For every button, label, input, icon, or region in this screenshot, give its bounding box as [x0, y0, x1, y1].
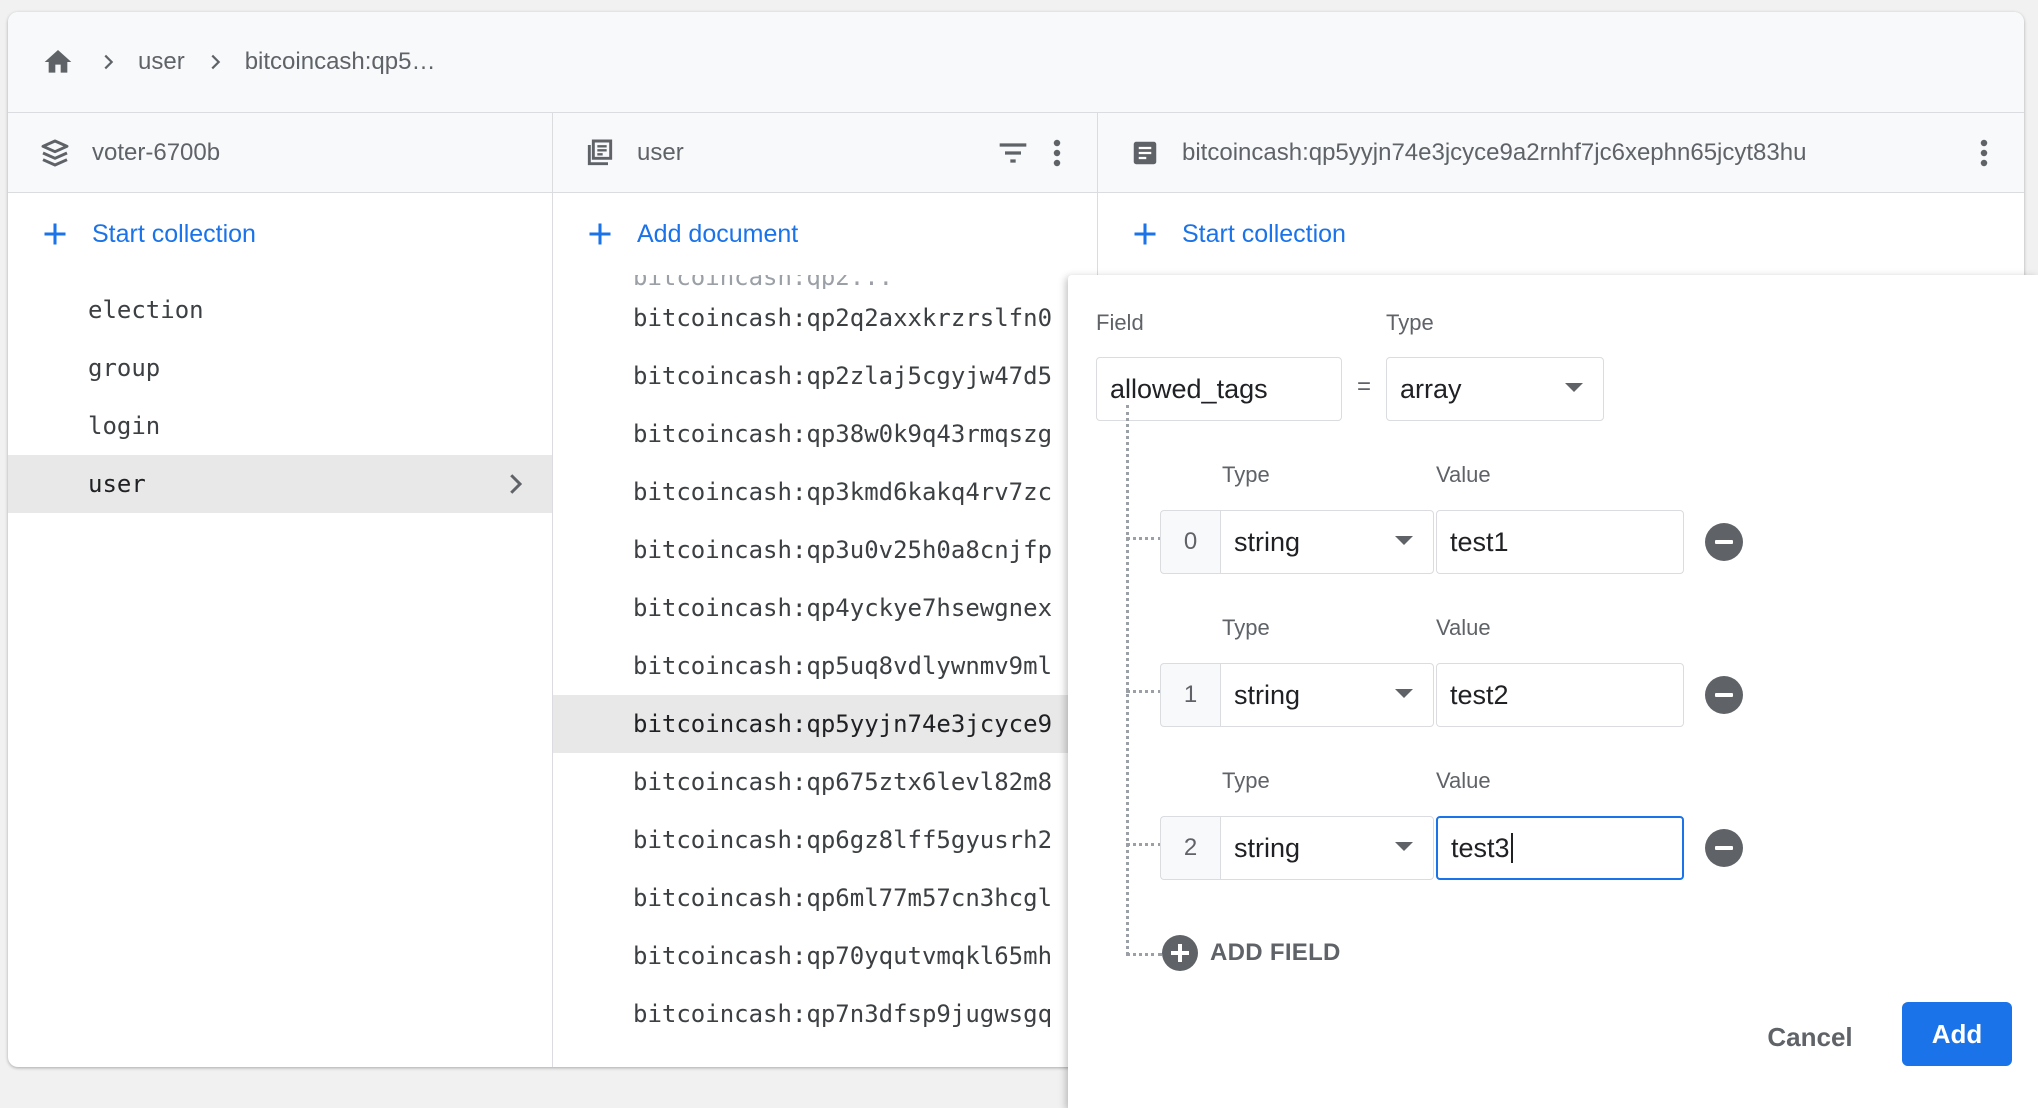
- root-column-header: voter-6700b: [8, 113, 552, 193]
- element-index: 1: [1160, 663, 1220, 727]
- list-item[interactable]: bitcoincash:qp2...: [553, 275, 1097, 289]
- tree-connector: [1126, 953, 1162, 956]
- tree-connector: [1126, 405, 1129, 955]
- plus-icon: [1128, 217, 1162, 251]
- cancel-button[interactable]: Cancel: [1740, 1005, 1880, 1069]
- element-value-label: Value: [1436, 462, 1491, 487]
- document-list[interactable]: bitcoincash:qp2... bitcoincash:qp2q2axxk…: [553, 275, 1097, 1067]
- plus-icon: [38, 217, 72, 251]
- element-type-value: string: [1234, 526, 1301, 557]
- tree-connector: [1126, 843, 1162, 846]
- document-icon: [1128, 136, 1162, 170]
- collection-item-login[interactable]: login: [8, 397, 552, 455]
- chevron-right-icon: [88, 42, 128, 82]
- element-type-select[interactable]: string: [1220, 510, 1434, 574]
- start-collection-label: Start collection: [92, 219, 256, 248]
- dropdown-arrow-icon: [1395, 842, 1413, 851]
- tree-connector: [1126, 537, 1162, 540]
- chevron-right-icon: [500, 469, 530, 499]
- field-name-input[interactable]: allowed_tags: [1096, 357, 1342, 421]
- dropdown-arrow-icon: [1395, 536, 1413, 545]
- start-collection-button[interactable]: Start collection: [8, 193, 552, 275]
- list-item[interactable]: bitcoincash:qp675ztx6levl82m8: [553, 753, 1097, 811]
- list-item[interactable]: bitcoincash:qp4yckye7hsewgnex: [553, 579, 1097, 637]
- element-value-input[interactable]: test1: [1436, 510, 1684, 574]
- add-document-label: Add document: [637, 219, 799, 248]
- list-item[interactable]: bitcoincash:qp6gz8lff5gyusrh2: [553, 811, 1097, 869]
- add-field-button[interactable]: ADD FIELD: [1162, 935, 1341, 971]
- equals-sign: =: [1357, 373, 1372, 400]
- home-icon[interactable]: [38, 42, 78, 82]
- collection-column: user Add document bitcoincash:qp2... bit…: [553, 113, 1098, 1067]
- project-title: voter-6700b: [92, 138, 221, 166]
- list-item[interactable]: bitcoincash:qp5uq8vdlywnmv9ml: [553, 637, 1097, 695]
- remove-element-icon[interactable]: [1705, 523, 1743, 561]
- plus-icon: [583, 217, 617, 251]
- list-item[interactable]: bitcoincash:qp38w0k9q43rmqszg: [553, 405, 1097, 463]
- add-document-button[interactable]: Add document: [553, 193, 1097, 275]
- field-type-select[interactable]: array: [1386, 357, 1604, 421]
- field-type-value: array: [1400, 373, 1462, 404]
- list-item[interactable]: bitcoincash:qp2zlaj5cgyjw47d5: [553, 347, 1097, 405]
- add-field-label: ADD FIELD: [1210, 939, 1341, 966]
- element-value-input[interactable]: test2: [1436, 663, 1684, 727]
- tree-connector: [1126, 690, 1162, 693]
- element-index: 0: [1160, 510, 1220, 574]
- collection-item-user[interactable]: user: [8, 455, 552, 513]
- remove-element-icon[interactable]: [1705, 829, 1743, 867]
- list-item[interactable]: bitcoincash:qp3u0v25h0a8cnjfp: [553, 521, 1097, 579]
- breadcrumb: user bitcoincash:qp5…: [8, 12, 2024, 113]
- element-index: 2: [1160, 816, 1220, 880]
- start-collection-label: Start collection: [1182, 219, 1346, 248]
- remove-element-icon[interactable]: [1705, 676, 1743, 714]
- dropdown-arrow-icon: [1395, 689, 1413, 698]
- collection-column-header: user: [553, 113, 1097, 193]
- root-column: voter-6700b Start collection election gr…: [8, 113, 553, 1067]
- add-circle-icon: [1162, 935, 1198, 971]
- more-vert-icon[interactable]: [1964, 133, 2004, 173]
- collection-icon: [583, 136, 617, 170]
- list-item[interactable]: bitcoincash:qp70yqutvmqkl65mh: [553, 927, 1097, 985]
- document-column-header: bitcoincash:qp5yyjn74e3jcyce9a2rnhf7jc6x…: [1098, 113, 2024, 193]
- element-type-label: Type: [1222, 462, 1270, 487]
- chevron-right-icon: [195, 42, 235, 82]
- breadcrumb-item-collection[interactable]: user: [138, 48, 185, 76]
- database-stack-icon: [38, 136, 72, 170]
- list-item[interactable]: bitcoincash:qp7n3dfsp9jugwsgq: [553, 985, 1097, 1043]
- add-button[interactable]: Add: [1902, 1002, 2012, 1066]
- collection-item-label: user: [88, 470, 146, 498]
- start-subcollection-button[interactable]: Start collection: [1098, 193, 2024, 275]
- field-label: Field: [1096, 310, 1144, 335]
- dropdown-arrow-icon: [1565, 383, 1583, 392]
- element-type-select[interactable]: string: [1220, 816, 1434, 880]
- element-type-value: string: [1234, 679, 1301, 710]
- more-vert-icon[interactable]: [1037, 133, 1077, 173]
- list-item[interactable]: bitcoincash:qp2q2axxkrzrslfn0: [553, 289, 1097, 347]
- list-item[interactable]: bitcoincash:qp3kmd6kakq4rv7zc: [553, 463, 1097, 521]
- element-type-select[interactable]: string: [1220, 663, 1434, 727]
- collection-item-group[interactable]: group: [8, 339, 552, 397]
- type-label: Type: [1386, 310, 1434, 335]
- element-value-input-focused[interactable]: test3: [1436, 816, 1684, 880]
- document-title: bitcoincash:qp5yyjn74e3jcyce9a2rnhf7jc6x…: [1182, 138, 1807, 166]
- breadcrumb-item-document[interactable]: bitcoincash:qp5…: [245, 48, 436, 76]
- element-type-label: Type: [1222, 615, 1270, 640]
- element-value-text: test3: [1451, 832, 1510, 863]
- collection-title: user: [637, 138, 684, 166]
- list-item[interactable]: bitcoincash:qp6ml77m57cn3hcgl: [553, 869, 1097, 927]
- list-item-selected[interactable]: bitcoincash:qp5yyjn74e3jcyce9: [553, 695, 1097, 753]
- element-type-label: Type: [1222, 768, 1270, 793]
- element-value-label: Value: [1436, 615, 1491, 640]
- filter-icon[interactable]: [993, 133, 1033, 173]
- element-type-value: string: [1234, 832, 1301, 863]
- add-field-panel: Field Type allowed_tags = array Type Val…: [1068, 275, 2038, 1108]
- text-caret: [1510, 833, 1513, 863]
- element-value-label: Value: [1436, 768, 1491, 793]
- collection-item-election[interactable]: election: [8, 281, 552, 339]
